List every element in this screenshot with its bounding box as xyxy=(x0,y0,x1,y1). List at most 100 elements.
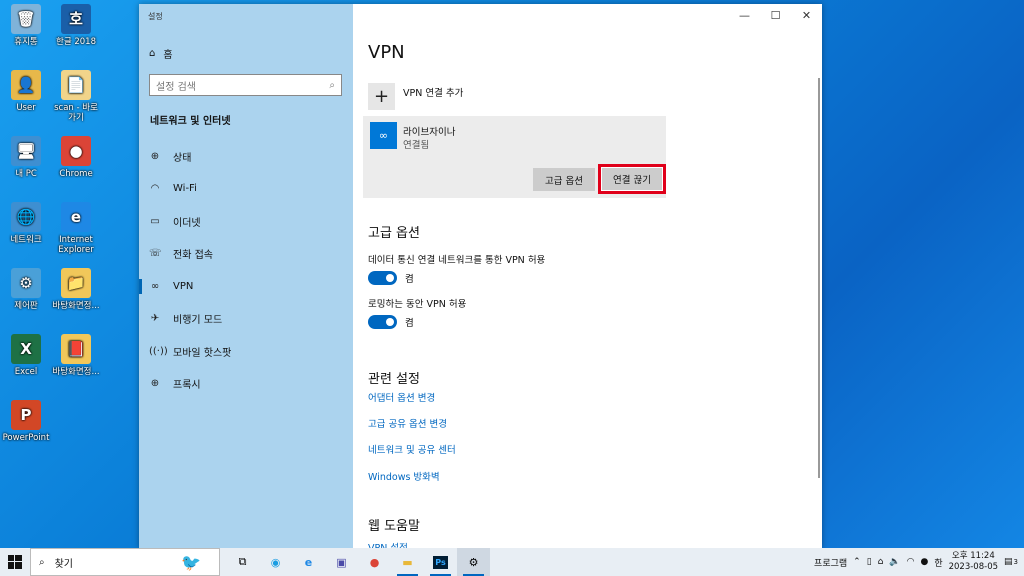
sidebar-item-label: Wi-Fi xyxy=(173,183,197,195)
option1-toggle[interactable]: 켬 xyxy=(368,271,414,285)
desktop-icon-label: PowerPoint xyxy=(2,433,50,443)
vpn-status: 연결됨 xyxy=(403,140,430,151)
network-app-icon[interactable]: ▣ xyxy=(325,548,358,576)
desktop-icon-label: 휴지통 xyxy=(14,37,38,47)
disconnect-button[interactable]: 연결 끊기 xyxy=(601,167,663,191)
sidebar-item-icon: ◠ xyxy=(150,183,160,195)
sidebar-nav: ⊕ 상태 ◠ Wi-Fi ▭ 이더넷 ☏ 전화 접속 ∞ VPN ✈ 비행기 모드 ((·)) 모바일 핫… xyxy=(139,140,353,400)
chevron-up-icon[interactable]: ⌃ xyxy=(853,557,861,567)
home-link[interactable]: ⌂ 홈 xyxy=(149,46,173,61)
sidebar-item[interactable]: ⊕ 프록시 xyxy=(139,368,353,401)
desktop-icon[interactable]: 호한글 2018 xyxy=(50,4,102,47)
notification-icon[interactable]: ▤ 3 xyxy=(1004,557,1018,567)
network-icon[interactable]: ⌂ xyxy=(878,557,884,567)
desktop-icon[interactable]: 🖥 내 PC xyxy=(0,136,52,179)
desktop-icon-label: 바탕화면정... xyxy=(52,301,100,311)
volume-icon[interactable]: 🔈 xyxy=(889,557,900,567)
related-title: 관련 설정 xyxy=(368,372,420,387)
desktop-icon-image: ● xyxy=(61,136,91,166)
clock-date: 2023-08-05 xyxy=(948,562,999,572)
sidebar-item[interactable]: ☏ 전화 접속 xyxy=(139,238,353,271)
photoshop-icon[interactable]: Ps xyxy=(424,548,457,576)
desktop-icon[interactable]: 📕 바탕화면정... xyxy=(50,334,102,377)
clock-time: 오후 11:24 xyxy=(951,551,995,561)
taskbar-search[interactable]: ⌕ 찾기 🐦 xyxy=(30,548,220,576)
search-input[interactable]: 설정 검색 ⌕ xyxy=(149,74,342,96)
option2-toggle[interactable]: 켬 xyxy=(368,315,414,329)
sidebar-item-icon: ⊕ xyxy=(150,150,160,162)
desktop-icon-image: 호 xyxy=(61,4,91,34)
file-explorer-icon[interactable]: ▬ xyxy=(391,548,424,576)
desktop-icon[interactable]: 🌐 네트워크 xyxy=(0,202,52,245)
desktop-icon[interactable]: 📄 scan - 바로 가기 xyxy=(50,70,102,123)
settings-gear-icon[interactable]: ⚙ xyxy=(457,548,490,576)
settings-window: 설정 ⌂ 홈 설정 검색 ⌕ 네트워크 및 인터넷 ⊕ 상태 ◠ Wi-Fi ▭ 이더넷 ☏… xyxy=(139,4,822,554)
scrollbar[interactable] xyxy=(818,78,820,478)
taskbar: ⌕ 찾기 🐦 ⧉ ◉ e ▣ ● ▬ Ps ⚙ 프로그램 ⌃ ▯ ⌂ 🔈 ◠ ●… xyxy=(0,548,1024,576)
window-title: 설정 xyxy=(148,12,163,21)
start-button[interactable] xyxy=(0,555,30,569)
link-sharing-options[interactable]: 고급 공유 옵션 변경 xyxy=(368,416,447,430)
desktop-icon[interactable]: ● Chrome xyxy=(50,136,102,179)
sidebar-item-icon: ▭ xyxy=(150,215,160,227)
task-view-icon[interactable]: ⧉ xyxy=(226,548,259,576)
desktop-icon[interactable]: P PowerPoint xyxy=(0,400,52,443)
desktop-icon-label: Internet Explorer xyxy=(58,235,94,255)
sidebar-item[interactable]: ✈ 비행기 모드 xyxy=(139,303,353,336)
add-vpn-button[interactable]: + VPN 연결 추가 xyxy=(368,83,463,110)
bird-icon: 🐦 xyxy=(181,552,201,572)
desktop-icon-image: 📁 xyxy=(61,268,91,298)
desktop-icon-label: 내 PC xyxy=(15,169,37,179)
link-adapter-options[interactable]: 어댑터 옵션 변경 xyxy=(368,390,435,404)
wifi-icon[interactable]: ◠ xyxy=(907,557,915,567)
edge-icon[interactable]: ◉ xyxy=(259,548,292,576)
search-icon: ⌕ xyxy=(39,556,45,568)
desktop-icon-image: 🖥 xyxy=(11,136,41,166)
sidebar-item[interactable]: ((·)) 모바일 핫스팟 xyxy=(139,335,353,368)
ie-icon[interactable]: e xyxy=(292,548,325,576)
vpn-connection-card[interactable]: ∞ 라이브자이나 연결됨 고급 옵션 연결 끊기 xyxy=(363,116,666,198)
sidebar-item-label: 전화 접속 xyxy=(173,250,213,262)
clock[interactable]: 오후 11:24 2023-08-05 xyxy=(949,551,998,573)
desktop-icon[interactable]: ⚙ 제어판 xyxy=(0,268,52,311)
sidebar-item-label: 이더넷 xyxy=(173,217,201,229)
notification-center-icon: ▤ xyxy=(1004,557,1013,567)
desktop-icon[interactable]: e Internet Explorer xyxy=(50,202,102,255)
sidebar-item-label: VPN xyxy=(173,280,194,292)
toggle-switch[interactable] xyxy=(368,271,397,285)
desktop-icon-label: Excel xyxy=(14,367,38,377)
link-network-center[interactable]: 네트워크 및 공유 센터 xyxy=(368,442,456,456)
program-label[interactable]: 프로그램 xyxy=(814,556,847,569)
ime-indicator[interactable]: 한 xyxy=(934,556,942,569)
mic-icon[interactable]: ● xyxy=(920,557,928,567)
desktop-icon[interactable]: 🗑 휴지통 xyxy=(0,4,52,47)
home-icon: ⌂ xyxy=(149,48,156,59)
sidebar-item-icon: ⊕ xyxy=(150,378,160,390)
tray-app-icon[interactable]: ▯ xyxy=(867,557,872,567)
advanced-title: 고급 옵션 xyxy=(368,226,420,241)
desktop-icon-image: X xyxy=(11,334,41,364)
sidebar-item[interactable]: ◠ Wi-Fi xyxy=(139,173,353,206)
sidebar: 설정 ⌂ 홈 설정 검색 ⌕ 네트워크 및 인터넷 ⊕ 상태 ◠ Wi-Fi ▭ 이더넷 ☏… xyxy=(139,4,353,549)
page-title: VPN xyxy=(368,42,405,63)
chrome-icon[interactable]: ● xyxy=(358,548,391,576)
notification-count: 3 xyxy=(1013,558,1018,566)
option1-label: 데이터 통신 연결 네트워크를 통한 VPN 허용 xyxy=(368,255,546,266)
desktop-icon-image: e xyxy=(61,202,91,232)
sidebar-item[interactable]: ▭ 이더넷 xyxy=(139,205,353,238)
advanced-options-button[interactable]: 고급 옵션 xyxy=(533,168,595,191)
sidebar-item-icon: ☏ xyxy=(149,248,162,260)
desktop-icon[interactable]: X Excel xyxy=(0,334,52,377)
desktop-icon[interactable]: 👤 User xyxy=(0,70,52,113)
desktop-icon-label: 한글 2018 xyxy=(56,37,96,47)
toggle-switch[interactable] xyxy=(368,315,397,329)
link-firewall[interactable]: Windows 방화벽 xyxy=(368,469,440,483)
desktop-icon-label: User xyxy=(16,103,36,113)
sidebar-item[interactable]: ∞ VPN xyxy=(139,270,353,303)
desktop-icon[interactable]: 📁 바탕화면정... xyxy=(50,268,102,311)
sidebar-item-icon: ✈ xyxy=(150,313,160,325)
sidebar-item[interactable]: ⊕ 상태 xyxy=(139,140,353,173)
section-title: 네트워크 및 인터넷 xyxy=(150,116,231,127)
plus-icon: + xyxy=(368,83,395,110)
windows-icon xyxy=(8,555,22,569)
